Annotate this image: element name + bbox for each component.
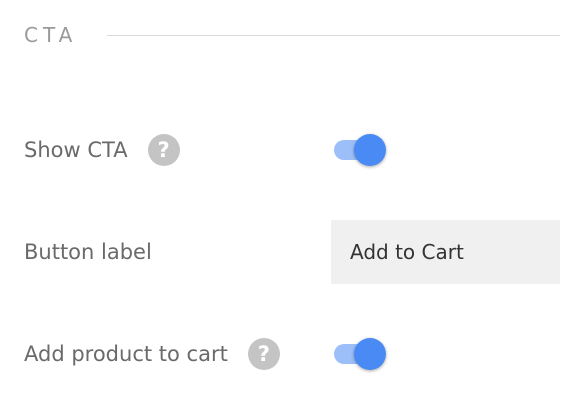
- show-cta-label: Show CTA: [24, 138, 128, 162]
- section-header: CTA: [24, 20, 560, 50]
- add-to-cart-toggle-thumb: [354, 338, 386, 370]
- button-label-label: Button label: [24, 240, 152, 264]
- section-title: CTA: [24, 23, 78, 47]
- button-label-input[interactable]: [331, 220, 560, 284]
- add-to-cart-toggle[interactable]: [332, 336, 388, 372]
- show-cta-row: Show CTA ?: [24, 132, 560, 168]
- add-to-cart-label: Add product to cart: [24, 342, 228, 366]
- add-to-cart-help-icon[interactable]: ?: [247, 338, 280, 370]
- section-divider: [107, 34, 560, 36]
- add-to-cart-row: Add product to cart ?: [24, 336, 560, 372]
- show-cta-toggle[interactable]: [332, 132, 388, 168]
- show-cta-help-icon[interactable]: ?: [147, 134, 180, 166]
- show-cta-toggle-thumb: [354, 134, 386, 166]
